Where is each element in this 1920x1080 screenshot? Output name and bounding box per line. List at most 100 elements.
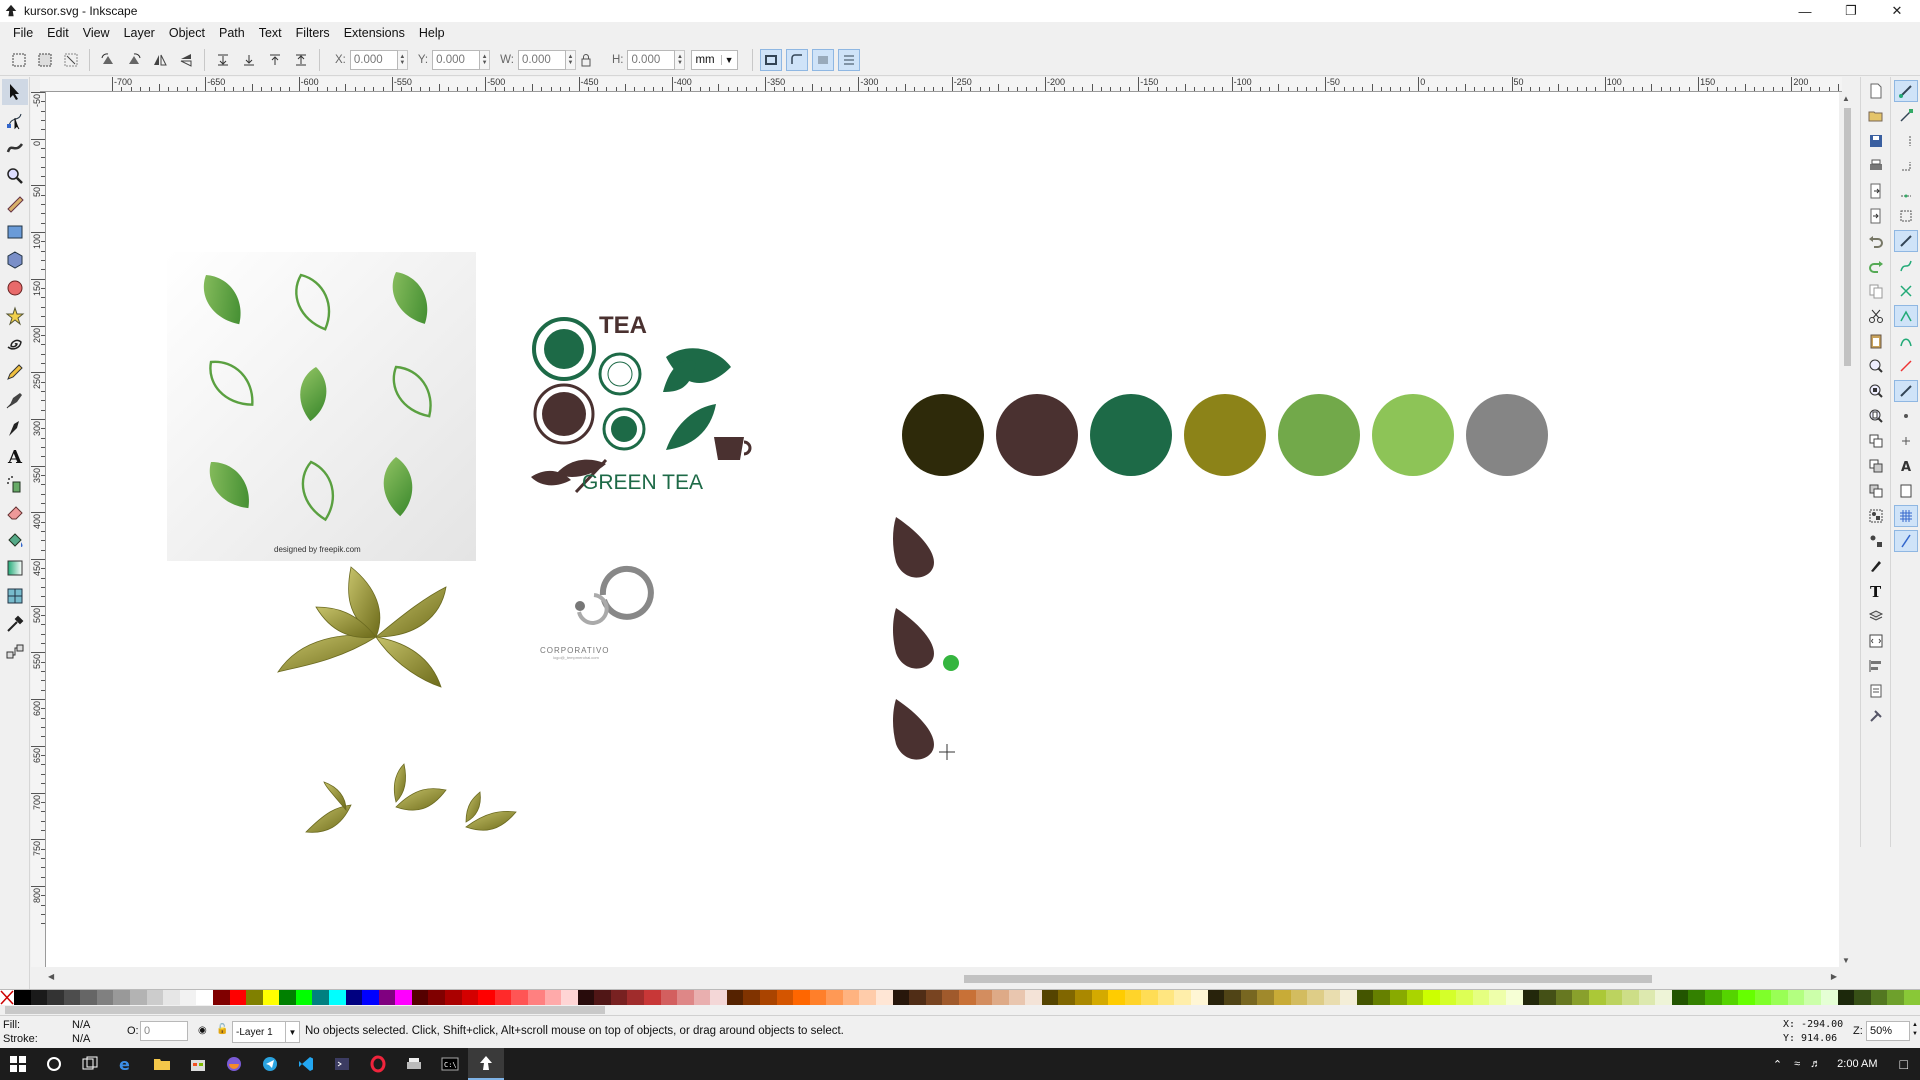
palette-swatch[interactable]: [445, 990, 462, 1005]
palette-swatch[interactable]: [461, 990, 479, 1005]
palette-swatch[interactable]: [1356, 990, 1374, 1005]
pen-tool-icon[interactable]: [2, 387, 28, 413]
w-spinner[interactable]: ▲ ▼: [565, 49, 576, 70]
copy-icon[interactable]: [1864, 280, 1888, 302]
palette-swatch[interactable]: [163, 990, 180, 1005]
palette-swatch[interactable]: [925, 990, 943, 1005]
palette-swatch[interactable]: [842, 990, 860, 1005]
vertical-ruler[interactable]: -50 0 50 100 150 200 250 300 350 400 450 500 550 600 6…: [31, 92, 46, 967]
palette-swatch[interactable]: [726, 990, 744, 1005]
palette-swatch[interactable]: [1655, 990, 1672, 1005]
palette-swatch[interactable]: [1008, 990, 1026, 1005]
snap-intersection-icon[interactable]: [1894, 280, 1918, 302]
horizontal-scroll-thumb[interactable]: [964, 975, 1652, 983]
palette-swatch[interactable]: [859, 990, 877, 1005]
palette-swatch[interactable]: [1423, 990, 1440, 1005]
horizontal-scrollbar[interactable]: ◀ ▶: [46, 967, 1839, 989]
h-input[interactable]: [627, 49, 676, 70]
save-icon[interactable]: [1864, 130, 1888, 152]
cursor-leaf-2[interactable]: [893, 608, 959, 671]
palette-swatch[interactable]: [494, 990, 512, 1005]
3d-box-tool-icon[interactable]: [2, 247, 28, 273]
palette-swatch[interactable]: [362, 990, 379, 1005]
palette-swatch[interactable]: [279, 990, 296, 1005]
spray-tool-icon[interactable]: [2, 471, 28, 497]
palette-swatch[interactable]: [1887, 990, 1904, 1005]
palette-swatch[interactable]: [760, 990, 777, 1005]
palette-swatch[interactable]: [179, 990, 197, 1005]
x-input[interactable]: [349, 49, 398, 70]
palette-swatch[interactable]: [1075, 990, 1092, 1005]
menu-view[interactable]: View: [76, 26, 117, 40]
palette-swatch[interactable]: [1025, 990, 1042, 1005]
fill-value[interactable]: N/A: [72, 1019, 90, 1031]
menu-extensions[interactable]: Extensions: [337, 26, 412, 40]
zoom-page-icon[interactable]: [1864, 405, 1888, 427]
redo-icon[interactable]: [1864, 255, 1888, 277]
terminal-app-icon[interactable]: [324, 1048, 360, 1080]
flip-horizontal-icon[interactable]: [149, 49, 171, 71]
fill-stroke-icon[interactable]: [1864, 555, 1888, 577]
y-spinner[interactable]: ▲ ▼: [480, 49, 491, 70]
palette-swatch[interactable]: [776, 990, 794, 1005]
zoom-tool-icon[interactable]: [2, 163, 28, 189]
stroke-value[interactable]: N/A: [72, 1033, 90, 1045]
palette-swatch[interactable]: [229, 990, 247, 1005]
palette-swatch[interactable]: [1058, 990, 1075, 1005]
layers-icon[interactable]: [1864, 605, 1888, 627]
color-circle[interactable]: [996, 394, 1078, 476]
palette-swatch[interactable]: [1224, 990, 1241, 1005]
snap-paths-icon[interactable]: [1894, 255, 1918, 277]
snap-bbox-icon[interactable]: [1894, 105, 1918, 127]
palette-swatch[interactable]: [1273, 990, 1291, 1005]
palette-swatch[interactable]: [1373, 990, 1390, 1005]
menu-file[interactable]: File: [6, 26, 40, 40]
opacity-input[interactable]: 0: [140, 1021, 188, 1041]
palette-swatch[interactable]: [212, 990, 230, 1005]
palette-swatch[interactable]: [295, 990, 313, 1005]
palette-swatch[interactable]: [1389, 990, 1407, 1005]
palette-swatch[interactable]: [1257, 990, 1274, 1005]
search-icon[interactable]: [36, 1048, 72, 1080]
palette-swatch[interactable]: [246, 990, 263, 1005]
palette-swatch[interactable]: [942, 990, 959, 1005]
palette-swatch[interactable]: [992, 990, 1009, 1005]
edge-browser-icon[interactable]: e: [108, 1048, 144, 1080]
rectangle-tool-icon[interactable]: [2, 219, 28, 245]
palette-swatch[interactable]: [1771, 990, 1788, 1005]
ellipse-tool-icon[interactable]: [2, 275, 28, 301]
palette-swatch[interactable]: [130, 990, 147, 1005]
telegram-icon[interactable]: [252, 1048, 288, 1080]
palette-swatch[interactable]: [1721, 990, 1739, 1005]
palette-swatch[interactable]: [693, 990, 711, 1005]
lower-to-bottom-icon[interactable]: [212, 49, 234, 71]
palette-swatch[interactable]: [1688, 990, 1705, 1005]
connector-tool-icon[interactable]: [2, 639, 28, 665]
palette-swatch[interactable]: [1804, 990, 1822, 1005]
palette-swatch[interactable]: [826, 990, 843, 1005]
unlink-clone-icon[interactable]: [1864, 480, 1888, 502]
palette-swatch[interactable]: [478, 990, 495, 1005]
palette-swatch[interactable]: [262, 990, 280, 1005]
palette-swatch[interactable]: [1903, 990, 1920, 1005]
canvas-svg[interactable]: designed by freepik.com TEA GREEN TEA CO…: [46, 92, 1839, 967]
clone-icon[interactable]: [1864, 455, 1888, 477]
palette-swatch[interactable]: [30, 990, 48, 1005]
zoom-input[interactable]: 50%: [1866, 1021, 1910, 1041]
palette-swatch[interactable]: [14, 990, 31, 1005]
vertical-scroll-thumb[interactable]: [1844, 108, 1851, 366]
snap-toggle-icon[interactable]: [1894, 80, 1918, 102]
store-icon[interactable]: [180, 1048, 216, 1080]
snap-others-icon[interactable]: [1894, 380, 1918, 402]
color-circle[interactable]: [1466, 394, 1548, 476]
node-tool-icon[interactable]: [2, 107, 28, 133]
palette-swatch[interactable]: [1704, 990, 1722, 1005]
palette-swatch[interactable]: [80, 990, 97, 1005]
green-tea-logo[interactable]: TEA GREEN TEA: [531, 312, 752, 494]
palette-swatch[interactable]: [1307, 990, 1324, 1005]
w-input[interactable]: [517, 49, 566, 70]
palette-swatch[interactable]: [1572, 990, 1589, 1005]
snap-bbox-center-icon[interactable]: [1894, 205, 1918, 227]
select-all-layers-icon[interactable]: [34, 49, 56, 71]
palette-swatch[interactable]: [527, 990, 545, 1005]
